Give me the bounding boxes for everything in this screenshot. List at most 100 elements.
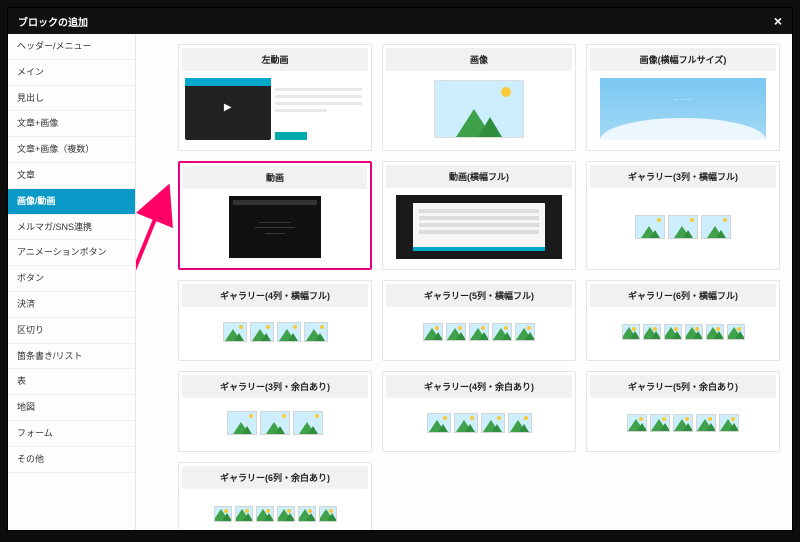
gallery-thumb xyxy=(701,215,731,239)
block-preview xyxy=(179,401,371,445)
block-card-title: ギャラリー(3列・横幅フル) xyxy=(590,165,776,188)
block-card-title: 画像(横幅フルサイズ) xyxy=(590,48,776,71)
gallery-thumb xyxy=(650,414,670,432)
sidebar-item[interactable]: 表 xyxy=(8,369,135,395)
sidebar-item[interactable]: その他 xyxy=(8,447,135,473)
gallery-thumb xyxy=(719,414,739,432)
sidebar-item[interactable]: 決済 xyxy=(8,292,135,318)
sidebar-item[interactable]: 地図 xyxy=(8,395,135,421)
block-card[interactable]: ギャラリー(4列・余白あり) xyxy=(382,371,576,452)
gallery-thumb xyxy=(227,411,257,435)
gallery-thumb xyxy=(235,506,253,522)
gallery-thumb xyxy=(427,413,451,433)
gallery-preview-row xyxy=(627,414,739,432)
block-card-title: ギャラリー(5列・横幅フル) xyxy=(386,284,572,307)
block-card-title: ギャラリー(6列・余白あり) xyxy=(182,466,368,489)
block-card-title: ギャラリー(4列・余白あり) xyxy=(386,375,572,398)
sidebar-item[interactable]: アニメーションボタン xyxy=(8,240,135,266)
preview-image xyxy=(434,80,524,138)
block-card[interactable]: 画像 xyxy=(382,44,576,151)
gallery-preview-row xyxy=(423,323,535,341)
block-card[interactable]: 動画(横幅フル) xyxy=(382,161,576,270)
gallery-thumb xyxy=(277,506,295,522)
gallery-thumb xyxy=(696,414,716,432)
block-card-title: ギャラリー(3列・余白あり) xyxy=(182,375,368,398)
block-card[interactable]: ギャラリー(6列・余白あり) xyxy=(178,462,372,530)
block-preview: — — — xyxy=(587,74,779,144)
block-card-title: 画像 xyxy=(386,48,572,71)
gallery-thumb xyxy=(319,506,337,522)
block-card-title: ギャラリー(4列・横幅フル) xyxy=(182,284,368,307)
preview-left-video xyxy=(185,78,365,140)
modal-header: ブロックの追加 × xyxy=(8,8,792,34)
modal-title: ブロックの追加 xyxy=(18,14,88,29)
gallery-thumb xyxy=(515,323,535,341)
gallery-thumb xyxy=(256,506,274,522)
gallery-thumb xyxy=(685,324,703,340)
block-card[interactable]: ギャラリー(5列・横幅フル) xyxy=(382,280,576,361)
sidebar-item[interactable]: フォーム xyxy=(8,421,135,447)
block-card[interactable]: ギャラリー(5列・余白あり) xyxy=(586,371,780,452)
gallery-thumb xyxy=(223,322,247,342)
sidebar-item[interactable]: 画像/動画 xyxy=(8,189,135,215)
gallery-thumb xyxy=(635,215,665,239)
gallery-thumb xyxy=(664,324,682,340)
block-card[interactable]: ギャラリー(3列・横幅フル) xyxy=(586,161,780,270)
block-preview xyxy=(383,401,575,445)
gallery-thumb xyxy=(250,322,274,342)
block-card-title: ギャラリー(5列・余白あり) xyxy=(590,375,776,398)
gallery-preview-row xyxy=(223,322,328,342)
block-preview xyxy=(587,310,779,354)
close-icon[interactable]: × xyxy=(774,14,782,28)
preview-video-full xyxy=(396,195,562,259)
preview-full-image: — — — xyxy=(600,78,766,140)
block-card[interactable]: 画像(横幅フルサイズ) — — — xyxy=(586,44,780,151)
block-card[interactable]: ギャラリー(6列・横幅フル) xyxy=(586,280,780,361)
annotation-arrow-icon xyxy=(136,184,180,334)
gallery-thumb xyxy=(727,324,745,340)
block-card[interactable]: ギャラリー(3列・余白あり) xyxy=(178,371,372,452)
modal-body: ヘッダー/メニューメイン見出し文章+画像文章+画像（複数）文章画像/動画メルマガ… xyxy=(8,34,792,530)
gallery-preview-row xyxy=(227,411,323,435)
block-preview: ――――――――――――――――――――――― xyxy=(180,192,370,262)
block-card-title: 左動画 xyxy=(182,48,368,71)
gallery-thumb xyxy=(260,411,290,435)
gallery-thumb xyxy=(469,323,489,341)
sidebar-item[interactable]: 文章+画像 xyxy=(8,111,135,137)
gallery-thumb xyxy=(423,323,443,341)
sidebar-item[interactable]: 見出し xyxy=(8,86,135,112)
block-card[interactable]: ギャラリー(4列・横幅フル) xyxy=(178,280,372,361)
gallery-thumb xyxy=(298,506,316,522)
sidebar-item[interactable]: 区切り xyxy=(8,318,135,344)
block-preview xyxy=(179,310,371,354)
gallery-thumb xyxy=(304,322,328,342)
category-sidebar: ヘッダー/メニューメイン見出し文章+画像文章+画像（複数）文章画像/動画メルマガ… xyxy=(8,34,136,530)
block-card-title: 動画 xyxy=(183,166,367,189)
block-preview xyxy=(587,191,779,263)
sidebar-item[interactable]: メルマガ/SNS連携 xyxy=(8,215,135,241)
block-card-title: 動画(横幅フル) xyxy=(386,165,572,188)
block-preview xyxy=(383,310,575,354)
app-backdrop: ブロックの追加 × ヘッダー/メニューメイン見出し文章+画像文章+画像（複数）文… xyxy=(0,0,800,542)
gallery-thumb xyxy=(508,413,532,433)
sidebar-item[interactable]: メイン xyxy=(8,60,135,86)
sidebar-item[interactable]: 箇条書き/リスト xyxy=(8,344,135,370)
gallery-thumb xyxy=(627,414,647,432)
block-card[interactable]: 動画 ――――――――――――――――――――――― xyxy=(178,161,372,270)
block-preview xyxy=(383,191,575,263)
gallery-thumb xyxy=(643,324,661,340)
add-block-modal: ブロックの追加 × ヘッダー/メニューメイン見出し文章+画像文章+画像（複数）文… xyxy=(8,8,792,530)
block-card-title: ギャラリー(6列・横幅フル) xyxy=(590,284,776,307)
sidebar-item[interactable]: ボタン xyxy=(8,266,135,292)
sidebar-item[interactable]: ヘッダー/メニュー xyxy=(8,34,135,60)
block-preview xyxy=(179,492,371,530)
gallery-thumb xyxy=(622,324,640,340)
gallery-thumb xyxy=(492,323,512,341)
sidebar-item[interactable]: 文章+画像（複数） xyxy=(8,137,135,163)
sidebar-item[interactable]: 文章 xyxy=(8,163,135,189)
block-grid-container: 左動画画像画像(横幅フルサイズ) — — — 動画 ―――――――――――――――――… xyxy=(136,34,792,530)
gallery-thumb xyxy=(277,322,301,342)
block-card[interactable]: 左動画 xyxy=(178,44,372,151)
block-preview xyxy=(587,401,779,445)
block-preview xyxy=(179,74,371,144)
